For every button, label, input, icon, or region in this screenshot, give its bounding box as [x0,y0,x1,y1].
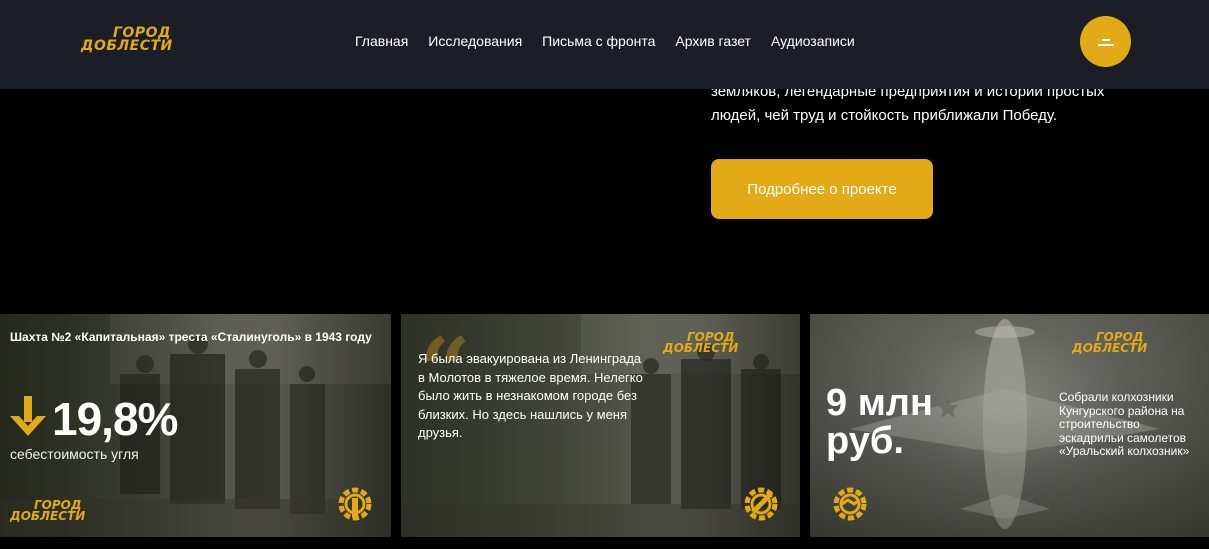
card-logo: ГОРОД ДОБЛЕСТИ [663,331,783,355]
stat-label: себестоимость угля [10,446,139,462]
fundraising-card[interactable]: 9 млн руб. Собрали колхозники Кунгурског… [810,314,1209,537]
project-details-button[interactable]: Подробнее о проекте [711,159,933,219]
logo-line-2: ДОБЛЕСТИ [663,341,739,355]
card-logo: ГОРОД ДОБЛЕСТИ [10,499,130,523]
gear-handshake-icon [833,487,867,521]
menu-button[interactable] [1080,16,1131,67]
logo-line-2: ДОБЛЕСТИ [10,509,86,523]
main-nav: Главная Исследования Письма с фронта Арх… [355,33,855,49]
gear-pencil-icon [744,487,778,521]
card-logo: ГОРОД ДОБЛЕСТИ [1072,331,1192,355]
hamburger-icon [1097,38,1114,46]
card-caption: Шахта №2 «Капитальная» треста «Сталинуго… [10,330,372,344]
stat-card-coal[interactable]: Шахта №2 «Капитальная» треста «Сталинуго… [0,314,391,537]
stat-value-line-2: руб. [826,420,904,462]
logo-line-2: ДОБЛЕСТИ [1072,341,1148,355]
stat-value: 19,8% [52,393,178,445]
stat-value: 9 млн руб. [826,384,933,460]
nav-item-home[interactable]: Главная [355,33,408,49]
stat-description: Собрали колхозники Кунгурского района на… [1059,390,1190,458]
nav-item-audio[interactable]: Аудиозаписи [771,33,855,49]
gear-wrench-icon [338,487,372,521]
nav-item-research[interactable]: Исследования [428,33,522,49]
logo-line-2: ДОБЛЕСТИ [81,38,173,54]
arrow-down-icon [10,396,46,436]
quote-text: Я была эвакуирована из Ленинграда в Моло… [418,351,643,440]
quote-card[interactable]: “ Я была эвакуирована из Ленинграда в Мо… [401,314,800,537]
nav-item-letters[interactable]: Письма с фронта [542,33,655,49]
site-logo[interactable]: ГОРОД ДОБЛЕСТИ [81,26,233,57]
site-header: ГОРОД ДОБЛЕСТИ Главная Исследования Пись… [0,0,1209,89]
stat-value-line-1: 9 млн [826,382,933,424]
nav-item-archive[interactable]: Архив газет [675,33,751,49]
